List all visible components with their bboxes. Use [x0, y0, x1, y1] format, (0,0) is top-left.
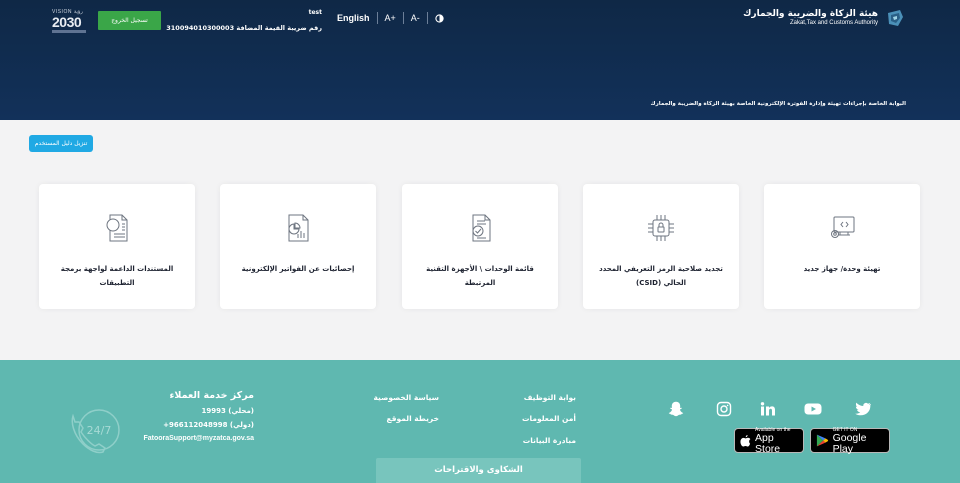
customer-service-title: مركز خدمة العملاء: [169, 390, 254, 401]
language-toggle[interactable]: English: [337, 13, 370, 23]
zatca-emblem-icon: [888, 10, 903, 26]
app-store-badge[interactable]: Available on the App Store: [734, 427, 804, 455]
font-decrease-button[interactable]: A-: [411, 13, 420, 23]
card-label: إحصائيات عن الفواتير الإلكترونية: [241, 265, 355, 273]
footer-link-privacy-policy[interactable]: سياسة الخصوصية: [373, 393, 439, 402]
support-24-7-icon: 24/7: [71, 409, 120, 454]
footer-link-sitemap[interactable]: خريطة الموقع: [386, 414, 439, 423]
zatca-logo-link[interactable]: هيئة الزكاة والضريبة والجمارك Zakat,Tax …: [743, 7, 906, 29]
instagram-icon[interactable]: [715, 401, 733, 417]
contrast-toggle-icon[interactable]: [435, 13, 444, 23]
vision-underline: [52, 30, 86, 33]
card-device-setup[interactable]: تهيئة وحدة/ جهاز جديد: [764, 184, 920, 309]
api-document-icon: [106, 214, 128, 242]
org-name-arabic: هيئة الزكاة والضريبة والجمارك: [743, 8, 878, 19]
divider: [376, 12, 378, 24]
accessibility-controls: English A+ A-: [337, 12, 444, 24]
customer-service-info: مركز خدمة العملاء (محلي) 19993 (دولي) 96…: [128, 390, 254, 442]
youtube-icon[interactable]: [804, 401, 822, 417]
support-24-7-text: 24/7: [87, 424, 112, 437]
complaints-suggestions-button[interactable]: الشكاوى والاقتراحات: [376, 458, 581, 483]
document-check-icon: [472, 214, 491, 242]
vat-number: رقم ضريبة القيمة المضافة 310094010300003: [166, 24, 322, 32]
site-footer: GET IT ON Google Play Available on the A…: [0, 360, 960, 483]
google-play-badge[interactable]: GET IT ON Google Play: [810, 427, 890, 455]
logout-button[interactable]: تسجيل الخروج: [98, 11, 161, 30]
customer-service-international-number[interactable]: (دولي) 966112048998+: [128, 421, 254, 429]
customer-service-email[interactable]: FatooraSupport@myzatca.gov.sa: [128, 435, 254, 442]
customer-service-local-number[interactable]: (محلي) 19993: [128, 407, 254, 415]
card-label: قائمة الوحدات \ الأجهزة التقنية المرتبطة: [426, 265, 534, 287]
download-user-guide-button[interactable]: تنزيل دليل المستخدم: [29, 135, 93, 152]
divider: [402, 12, 404, 24]
card-api-documents[interactable]: المستندات الداعمة لواجهة برمجة التطبيقات: [39, 184, 195, 309]
card-label: المستندات الداعمة لواجهة برمجة التطبيقات: [60, 265, 174, 287]
card-einvoice-statistics[interactable]: إحصائيات عن الفواتير الإلكترونية: [220, 184, 376, 309]
card-linked-devices[interactable]: قائمة الوحدات \ الأجهزة التقنية المرتبطة: [402, 184, 558, 309]
org-name-english: Zakat,Tax and Customs Authority: [789, 19, 878, 26]
apple-icon: [740, 434, 751, 447]
google-play-big-text: Google Play: [832, 431, 867, 455]
linkedin-icon[interactable]: [759, 401, 777, 417]
card-label: تهيئة وحدة/ جهاز جديد: [803, 265, 881, 273]
footer-link-information-security[interactable]: أمن المعلومات: [522, 414, 576, 423]
footer-link-data-initiative[interactable]: مبادرة البيانات: [523, 436, 576, 445]
card-label: تجديد صلاحية الرمز التعريفي المحدد الحال…: [599, 265, 723, 287]
card-csid-renewal[interactable]: تجديد صلاحية الرمز التعريفي المحدد الحال…: [583, 184, 739, 309]
user-info: test رقم ضريبة القيمة المضافة 3100940103…: [166, 9, 322, 32]
snapchat-icon[interactable]: [667, 401, 685, 417]
statistics-report-icon: [288, 214, 309, 242]
divider: [426, 12, 428, 24]
twitter-icon[interactable]: [854, 401, 872, 417]
app-store-big-text: App Store: [755, 431, 781, 455]
user-name: test: [308, 9, 322, 16]
google-play-icon: [816, 434, 829, 447]
portal-tagline: البوابة الخاصة بإجراءات تهيئة وإدارة الف…: [650, 101, 906, 107]
vision-2030-logo: VISION رؤية 2030: [52, 9, 92, 35]
footer-link-careers[interactable]: بوابة التوظيف: [524, 393, 576, 402]
vision-year: 2030: [52, 14, 82, 30]
font-increase-button[interactable]: A+: [385, 13, 396, 23]
chip-lock-icon: [648, 215, 674, 241]
device-setup-icon: [831, 216, 855, 238]
site-header: هيئة الزكاة والضريبة والجمارك Zakat,Tax …: [0, 0, 960, 120]
